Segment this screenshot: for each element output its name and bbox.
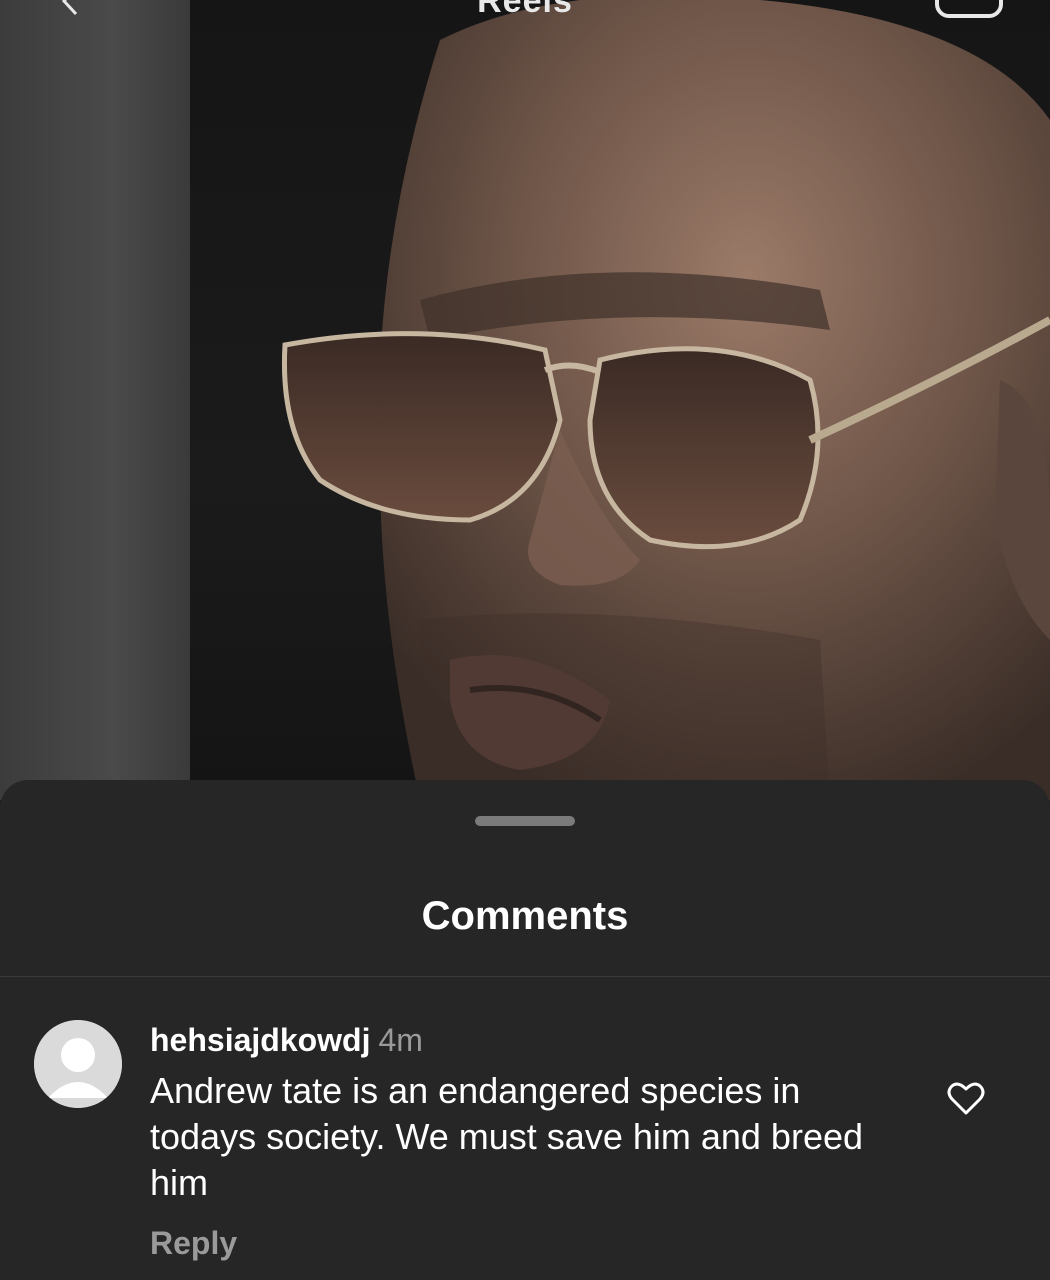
comment-item: hehsiajdkowdj 4m Andrew tate is an endang… (0, 1010, 1050, 1280)
divider (0, 976, 1050, 977)
video-frame-image (281, 0, 1050, 800)
sheet-title: Comments (421, 894, 629, 938)
comments-sheet: Comments hehsiajdkowdj 4m Andrew tate is … (0, 780, 1050, 1280)
reels-top-bar: Reels (0, 0, 1050, 20)
reply-button[interactable]: Reply (150, 1225, 237, 1262)
comment-timestamp: 4m (378, 1022, 423, 1058)
default-avatar-icon (34, 1020, 122, 1108)
reel-video[interactable]: Reels (0, 0, 1050, 800)
drag-handle[interactable] (475, 816, 575, 826)
avatar[interactable] (34, 1020, 122, 1108)
camera-icon[interactable] (934, 0, 1004, 20)
comment-header: hehsiajdkowdj 4m (150, 1022, 423, 1059)
heart-outline-icon[interactable] (947, 1082, 985, 1116)
comment-text: Andrew tate is an endangered species in … (150, 1070, 864, 1203)
comment-username[interactable]: hehsiajdkowdj (150, 1022, 370, 1058)
page-title: Reels (477, 0, 573, 20)
chevron-left-icon[interactable] (56, 0, 86, 16)
